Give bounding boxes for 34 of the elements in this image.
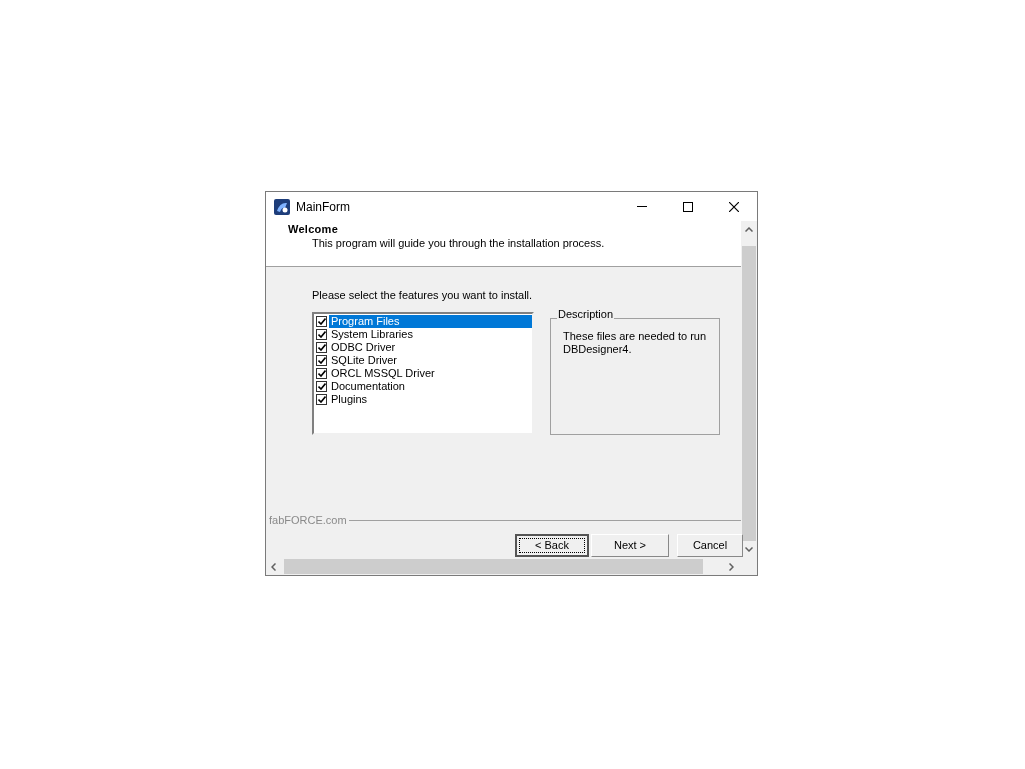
scroll-left-icon[interactable] — [271, 562, 276, 571]
checkbox[interactable] — [316, 368, 327, 379]
scrollbar-thumb[interactable] — [284, 559, 703, 574]
checkbox[interactable] — [316, 394, 327, 405]
dialog-button[interactable]: < Back — [515, 534, 589, 557]
feature-item[interactable]: Program Files — [329, 315, 532, 328]
minimize-icon — [637, 206, 647, 207]
dialog-button[interactable]: Cancel — [677, 534, 743, 557]
feature-item[interactable]: ODBC Driver — [329, 341, 532, 354]
feature-item[interactable]: Documentation — [329, 380, 532, 393]
feature-item[interactable]: SQLite Driver — [329, 354, 532, 367]
close-icon — [729, 201, 739, 212]
header-title: Welcome — [288, 222, 340, 236]
scroll-down-icon[interactable] — [745, 547, 753, 552]
checkbox[interactable] — [316, 316, 327, 327]
description-text: These files are needed to run DBDesigner4. — [563, 330, 708, 356]
feature-item[interactable]: ORCL MSSQL Driver — [329, 367, 532, 380]
brand-label: fabFORCE.com — [269, 514, 347, 527]
window-title: MainForm — [296, 198, 350, 216]
description-title: Description — [557, 308, 615, 321]
feature-item[interactable]: Plugins — [329, 393, 532, 406]
header-subtitle: This program will guide you through the installation process. — [311, 236, 606, 250]
app-icon — [274, 198, 290, 215]
checkbox[interactable] — [316, 381, 327, 392]
dialog-button[interactable]: Next > — [591, 534, 669, 557]
instruction-text: Please select the features you want to install. — [312, 289, 533, 302]
feature-item[interactable]: System Libraries — [329, 328, 532, 341]
checkbox[interactable] — [316, 329, 327, 340]
scroll-right-icon[interactable] — [729, 562, 734, 571]
scrollbar-thumb[interactable] — [742, 246, 756, 541]
scroll-up-icon[interactable] — [745, 227, 753, 232]
maximize-icon — [683, 201, 693, 212]
checkbox[interactable] — [316, 342, 327, 353]
checkbox[interactable] — [316, 355, 327, 366]
